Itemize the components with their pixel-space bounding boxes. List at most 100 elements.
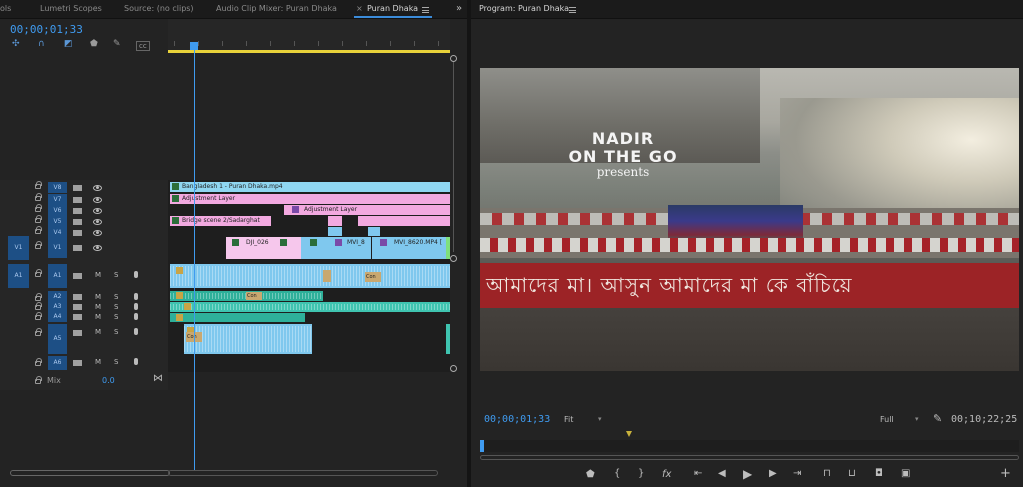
mic-icon[interactable] — [134, 313, 138, 320]
sync-lock-icon[interactable] — [73, 330, 82, 336]
track-label-a2[interactable]: A2 — [48, 291, 67, 302]
sync-lock-icon[interactable] — [73, 304, 82, 310]
track-label-a6[interactable]: A6 — [48, 356, 67, 370]
go-to-out-icon[interactable]: ⇥ — [793, 468, 801, 479]
vertical-zoom-handle[interactable] — [450, 55, 457, 62]
program-time-ruler[interactable] — [480, 440, 1019, 452]
eye-icon[interactable] — [93, 208, 102, 214]
clip-pink-right[interactable] — [358, 216, 450, 226]
timeline-horizontal-scrollbar[interactable] — [168, 470, 438, 476]
sync-lock-icon[interactable] — [73, 360, 82, 366]
vertical-zoom-handle[interactable] — [450, 365, 457, 372]
timeline-timecode[interactable]: 00;00;01;33 — [10, 23, 83, 36]
wrench-icon[interactable]: ✎ — [933, 412, 942, 425]
clip-v1-pink[interactable] — [271, 237, 301, 259]
lift-icon[interactable]: ⊓ — [823, 468, 831, 479]
tab-timeline-puran-dhaka[interactable]: Puran Dhaka — [367, 4, 418, 13]
in-point-marker[interactable] — [626, 431, 632, 437]
track-label-v1[interactable]: V1 — [48, 238, 67, 258]
track-label-a4[interactable]: A4 — [48, 312, 67, 322]
add-button-icon[interactable]: + — [1000, 466, 1011, 481]
clip-v2-small-2[interactable] — [368, 227, 380, 236]
clip-mvi-8620[interactable]: MVI_8620.MP4 [ — [372, 237, 446, 259]
eye-icon[interactable] — [93, 185, 102, 191]
eye-icon[interactable] — [93, 219, 102, 225]
lock-icon[interactable] — [35, 376, 42, 384]
source-patch-v1[interactable]: V1 — [8, 236, 29, 260]
solo-button[interactable]: S — [114, 293, 118, 301]
clip-con-1[interactable]: Con — [365, 272, 381, 282]
eye-icon[interactable] — [93, 197, 102, 203]
clip-pink-small[interactable] — [328, 216, 342, 226]
mic-icon[interactable] — [134, 328, 138, 335]
lock-icon[interactable] — [35, 293, 42, 301]
add-marker-icon[interactable]: ◩ — [64, 39, 73, 49]
sync-lock-icon[interactable] — [73, 197, 82, 203]
mix-value[interactable]: 0.0 — [102, 376, 115, 385]
time-ruler[interactable] — [168, 19, 450, 52]
lock-icon[interactable] — [35, 241, 42, 249]
mute-button[interactable]: M — [95, 313, 101, 321]
play-icon[interactable]: ▶ — [743, 467, 752, 481]
mark-out-icon[interactable]: } — [638, 468, 644, 479]
tab-close-icon[interactable]: × — [356, 4, 363, 13]
tab-effect-controls[interactable]: ols — [0, 4, 11, 13]
sync-lock-icon[interactable] — [73, 294, 82, 300]
snap-icon[interactable]: ✣ — [12, 39, 20, 49]
mute-button[interactable]: M — [95, 328, 101, 336]
wrench-icon[interactable]: ✎ — [113, 39, 121, 49]
sync-lock-icon[interactable] — [73, 314, 82, 320]
marker-icon[interactable]: ⬟ — [90, 39, 98, 49]
clip-dji[interactable]: DJI_026 — [226, 237, 271, 259]
linked-selection-icon[interactable]: ∩ — [38, 39, 45, 49]
resolution-dropdown[interactable]: Full — [880, 415, 894, 424]
go-to-in-icon[interactable]: ⇤ — [694, 468, 702, 479]
mix-go-to-icon[interactable]: ⋈ — [153, 373, 163, 384]
work-area-bar[interactable] — [168, 50, 450, 53]
mic-icon[interactable] — [134, 271, 138, 278]
lock-icon[interactable] — [35, 269, 42, 277]
clip-audio-a1[interactable] — [170, 264, 450, 288]
track-label-v7[interactable]: V7 — [48, 194, 67, 205]
sync-lock-icon[interactable] — [73, 185, 82, 191]
lock-icon[interactable] — [35, 312, 42, 320]
solo-button[interactable]: S — [114, 303, 118, 311]
add-marker-icon[interactable]: ⬟ — [586, 469, 595, 480]
step-back-icon[interactable]: ◀ — [718, 468, 726, 479]
program-playhead[interactable] — [480, 440, 484, 452]
clip-mvi-8[interactable]: MVI_8 — [327, 237, 371, 259]
tab-audio-clip-mixer[interactable]: Audio Clip Mixer: Puran Dhaka — [216, 4, 337, 13]
lock-icon[interactable] — [35, 328, 42, 336]
solo-button[interactable]: S — [114, 313, 118, 321]
mute-button[interactable]: M — [95, 303, 101, 311]
vertical-zoom-handle[interactable] — [450, 255, 457, 262]
crossfade-marker[interactable] — [323, 270, 331, 282]
clip-audio-a3[interactable] — [170, 302, 450, 312]
sync-lock-icon[interactable] — [73, 230, 82, 236]
source-patch-a1[interactable]: A1 — [8, 264, 29, 288]
lock-icon[interactable] — [35, 358, 42, 366]
tab-overflow-icon[interactable]: » — [456, 3, 462, 14]
eye-icon[interactable] — [93, 245, 102, 251]
clip-v1-green-edge[interactable] — [446, 237, 450, 259]
sync-lock-icon[interactable] — [73, 273, 82, 279]
track-label-a5[interactable]: A5 — [48, 324, 67, 354]
clip-audio-a4[interactable] — [170, 313, 305, 322]
sync-lock-icon[interactable] — [73, 245, 82, 251]
program-zoom-scrollbar[interactable] — [480, 455, 1019, 460]
fit-chevron-icon[interactable]: ▾ — [598, 415, 602, 423]
track-label-v5[interactable]: V5 — [48, 216, 67, 227]
solo-button[interactable]: S — [114, 271, 118, 279]
captions-icon[interactable]: cc — [136, 41, 150, 51]
step-forward-icon[interactable]: ▶ — [769, 468, 777, 479]
mark-in-icon[interactable]: { — [614, 468, 620, 479]
fit-dropdown[interactable]: Fit — [564, 415, 573, 424]
mute-button[interactable]: M — [95, 271, 101, 279]
solo-button[interactable]: S — [114, 358, 118, 366]
track-header-scrollbar[interactable] — [10, 470, 170, 476]
mute-button[interactable]: M — [95, 293, 101, 301]
clip-audio-a5[interactable] — [184, 324, 312, 354]
tab-source[interactable]: Source: (no clips) — [124, 4, 194, 13]
lock-icon[interactable] — [35, 204, 42, 212]
clip-adjustment-layer-2[interactable]: Adjustment Layer — [284, 205, 450, 215]
